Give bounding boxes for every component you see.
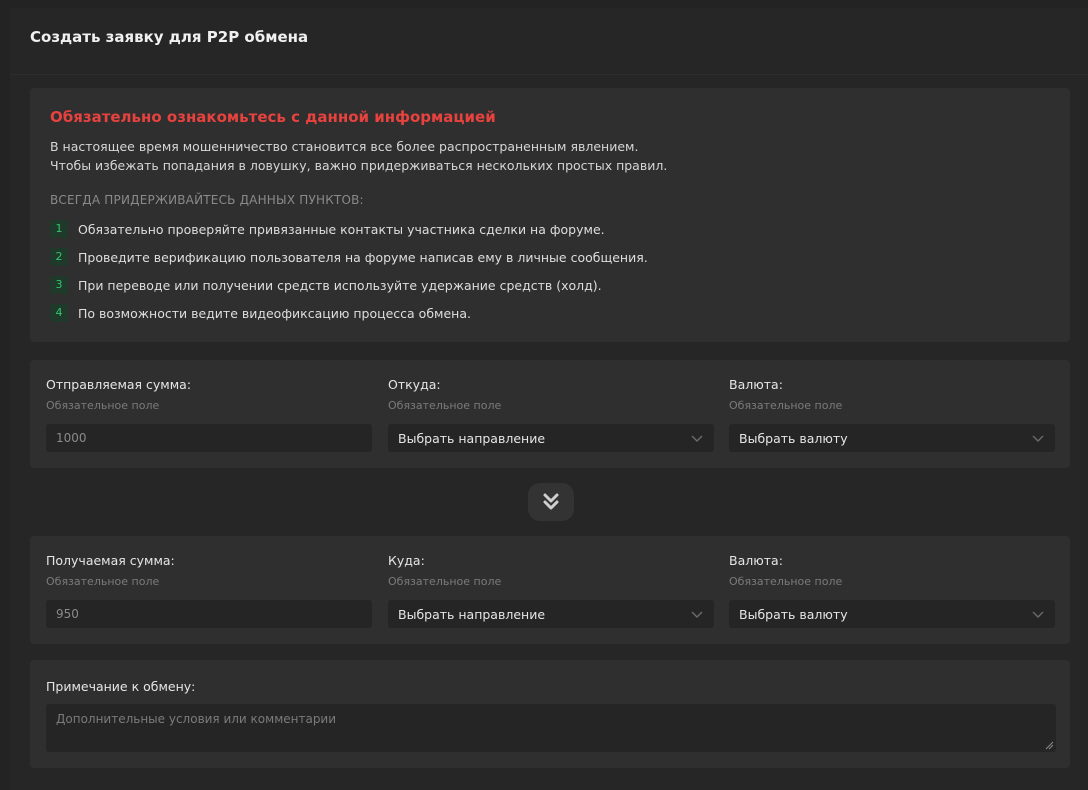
header-divider bbox=[10, 74, 1088, 75]
send-amount-hint: Обязательное поле bbox=[46, 399, 160, 412]
info-text-line-1: В настоящее время мошенничество становит… bbox=[50, 139, 639, 154]
send-amount-label: Отправляемая сумма: bbox=[46, 377, 192, 392]
info-title: Обязательно ознакомьтесь с данной информ… bbox=[50, 108, 496, 126]
send-from-label: Откуда: bbox=[388, 377, 441, 392]
p2p-exchange-page: Создать заявку для P2P обмена Обязательн… bbox=[10, 8, 1088, 790]
chevron-down-icon bbox=[691, 611, 703, 618]
info-text-line-2: Чтобы избежать попадания в ловушку, важн… bbox=[50, 158, 668, 173]
receive-currency-hint: Обязательное поле bbox=[729, 575, 843, 588]
note-card: Примечание к обмену: Дополнительные усло… bbox=[30, 660, 1070, 768]
send-from-select[interactable]: Выбрать направление bbox=[388, 424, 714, 452]
chevron-down-icon bbox=[691, 435, 703, 442]
rule-item: 1 Обязательно проверяйте привязанные кон… bbox=[50, 220, 605, 238]
receive-amount-hint: Обязательное поле bbox=[46, 575, 160, 588]
send-card: Отправляемая сумма: Обязательное поле 10… bbox=[30, 360, 1070, 468]
receive-to-value: Выбрать направление bbox=[398, 606, 546, 622]
receive-card: Получаемая сумма: Обязательное поле 950 … bbox=[30, 536, 1070, 644]
send-from-hint: Обязательное поле bbox=[388, 399, 502, 412]
chevron-down-icon bbox=[1032, 435, 1044, 442]
rule-number: 4 bbox=[50, 304, 68, 322]
page-title: Создать заявку для P2P обмена bbox=[30, 28, 309, 46]
receive-currency-select[interactable]: Выбрать валюту bbox=[729, 600, 1055, 628]
rule-text: Обязательно проверяйте привязанные конта… bbox=[78, 221, 605, 237]
send-currency-label: Валюта: bbox=[729, 377, 783, 392]
rule-number: 3 bbox=[50, 276, 68, 294]
receive-currency-value: Выбрать валюту bbox=[739, 606, 848, 622]
note-label: Примечание к обмену: bbox=[46, 679, 196, 694]
swap-button[interactable] bbox=[528, 483, 574, 521]
receive-amount-input[interactable]: 950 bbox=[46, 600, 372, 628]
send-currency-value: Выбрать валюту bbox=[739, 430, 848, 446]
receive-amount-label: Получаемая сумма: bbox=[46, 553, 175, 568]
chevron-down-icon bbox=[1032, 611, 1044, 618]
rule-text: По возможности ведите видеофиксацию проц… bbox=[78, 305, 471, 321]
send-currency-select[interactable]: Выбрать валюту bbox=[729, 424, 1055, 452]
receive-to-hint: Обязательное поле bbox=[388, 575, 502, 588]
send-currency-hint: Обязательное поле bbox=[729, 399, 843, 412]
double-chevron-down-icon bbox=[543, 493, 559, 510]
note-textarea[interactable]: Дополнительные условия или комментарии bbox=[46, 704, 1056, 752]
send-amount-input[interactable]: 1000 bbox=[46, 424, 372, 452]
rule-number: 1 bbox=[50, 220, 68, 238]
rule-number: 2 bbox=[50, 248, 68, 266]
send-from-value: Выбрать направление bbox=[398, 430, 546, 446]
rule-item: 4 По возможности ведите видеофиксацию пр… bbox=[50, 304, 471, 322]
info-card: Обязательно ознакомьтесь с данной информ… bbox=[30, 88, 1070, 342]
note-placeholder: Дополнительные условия или комментарии bbox=[56, 712, 337, 726]
receive-to-label: Куда: bbox=[388, 553, 425, 568]
rule-item: 2 Проведите верификацию пользователя на … bbox=[50, 248, 648, 266]
rule-text: Проведите верификацию пользователя на фо… bbox=[78, 249, 648, 265]
receive-to-select[interactable]: Выбрать направление bbox=[388, 600, 714, 628]
resize-grip-icon[interactable] bbox=[1044, 740, 1054, 750]
rule-item: 3 При переводе или получении средств исп… bbox=[50, 276, 602, 294]
receive-currency-label: Валюта: bbox=[729, 553, 783, 568]
rule-text: При переводе или получении средств испол… bbox=[78, 277, 602, 293]
info-subtitle: ВСЕГДА ПРИДЕРЖИВАЙТЕСЬ ДАННЫХ ПУНКТОВ: bbox=[50, 193, 364, 207]
info-text: В настоящее время мошенничество становит… bbox=[50, 137, 667, 175]
